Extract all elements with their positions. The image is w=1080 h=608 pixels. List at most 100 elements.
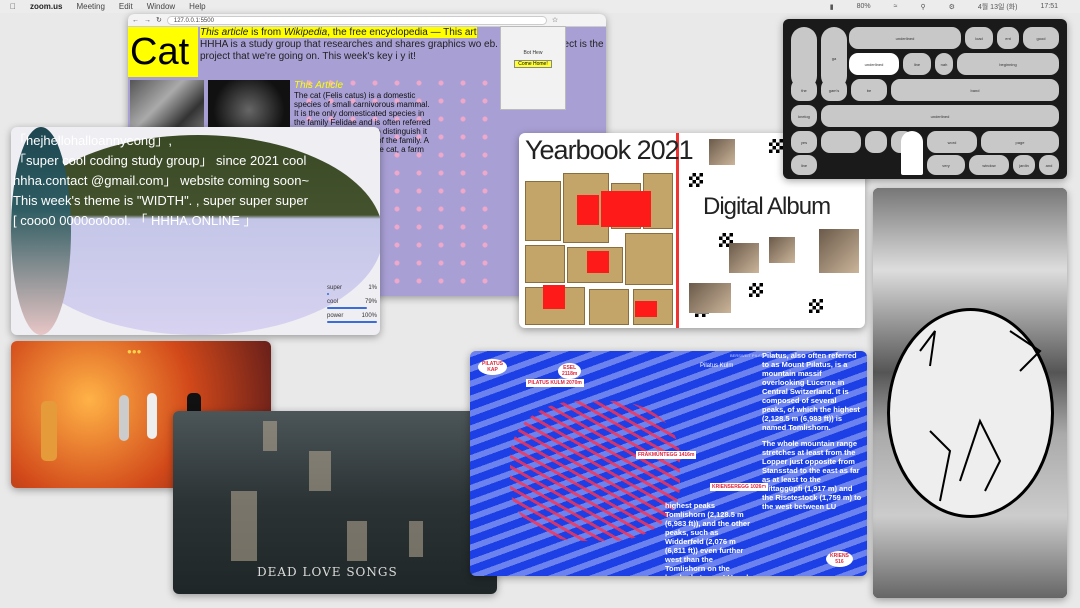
key-label: word [947, 139, 957, 145]
menu-item-help[interactable]: Help [189, 2, 205, 11]
key[interactable]: gam's [821, 79, 847, 101]
key-label: beginning [999, 61, 1017, 67]
key-label: yes [800, 139, 808, 145]
map-badge[interactable]: KRIENS 516 [826, 551, 853, 567]
slider-value: 100% [361, 313, 377, 319]
dancer-window[interactable] [873, 188, 1067, 598]
key[interactable]: jardin [1013, 155, 1035, 175]
key-label: underlined [864, 61, 884, 67]
menu-item-window[interactable]: Window [147, 2, 175, 11]
key[interactable]: underlined [821, 105, 1059, 127]
trail-overlay [510, 401, 680, 541]
key[interactable]: line [903, 53, 931, 75]
slider-label: power [327, 313, 344, 319]
search-icon[interactable]: ⚲ [920, 3, 925, 11]
menu-item-meeting[interactable]: Meeting [76, 2, 104, 11]
checker-tile [769, 139, 783, 153]
badge-sub: 2118m [562, 371, 578, 377]
key[interactable]: window [969, 155, 1009, 175]
hello-line: 「hejhellohalloannyeong」, [13, 133, 173, 148]
key-label: ga [831, 55, 837, 61]
lead-wiki[interactable]: Wikipedia [284, 27, 327, 38]
battery-icon[interactable]: ▮ [830, 3, 834, 11]
power-slider[interactable] [327, 321, 377, 323]
shard [263, 421, 277, 451]
dead-love-songs-window[interactable]: DEAD LOVE SONGS [173, 411, 497, 594]
menu-app-name[interactable]: zoom.us [30, 2, 62, 11]
character [147, 393, 157, 439]
label-name: PILATUS KULM [528, 380, 565, 386]
song-title: DEAD LOVE SONGS [257, 565, 398, 579]
map-description: The whole mountain range stretches at le… [762, 439, 862, 511]
menu-item-edit[interactable]: Edit [119, 2, 133, 11]
slider-label: super [327, 285, 343, 291]
key-label: the [801, 87, 807, 93]
key[interactable]: band [891, 79, 1059, 101]
key[interactable] [821, 131, 861, 153]
pilatus-map-window[interactable]: PILATUS KAP ESEL 2118m PILATUS KULM 2070m … [470, 351, 867, 576]
keyboard-window[interactable]: ga underlined load ent good underlined l… [783, 19, 1067, 179]
key-label: page [1015, 139, 1025, 145]
key[interactable]: line [791, 155, 817, 175]
forward-icon[interactable]: → [144, 17, 151, 24]
key-label: be [866, 87, 872, 93]
key[interactable]: underlined [849, 53, 899, 75]
key-label: line [913, 61, 921, 67]
key[interactable]: page [981, 131, 1059, 153]
key[interactable]: word [927, 131, 977, 153]
hello-window[interactable]: 「hejhellohalloannyeong」, 「super cool cod… [11, 127, 380, 335]
peak-label: Pilatus Kulm [700, 363, 734, 369]
key[interactable]: be [851, 79, 887, 101]
key[interactable]: yes [791, 131, 817, 153]
cat-popup[interactable]: Bot Hew Come Home! [500, 26, 566, 110]
key[interactable]: knelog [791, 105, 817, 127]
come-home-button[interactable]: Come Home! [514, 60, 552, 68]
cool-slider[interactable] [327, 307, 367, 309]
menu-time[interactable]: 17:51 [1040, 3, 1058, 10]
key-label: window [982, 162, 996, 168]
key[interactable] [865, 131, 887, 153]
map-label[interactable]: KRIENSEREGG 1026m [710, 483, 768, 491]
apple-icon[interactable]:  [10, 2, 16, 11]
key-label: knelog [798, 113, 810, 119]
key[interactable]: underlined [849, 27, 961, 49]
key[interactable]: good [1023, 27, 1059, 49]
control-center-icon[interactable]: ⚙ [949, 3, 955, 11]
menu-bar:  zoom.us Meeting Edit Window Help ▮ 80%… [0, 0, 1080, 13]
key[interactable] [901, 131, 923, 175]
key[interactable]: the [791, 79, 817, 101]
menu-date[interactable]: 4월 13일 (화) [978, 2, 1018, 12]
checker-tile [809, 299, 823, 313]
map-label[interactable]: FRÄKMÜNTEGG 1416m [636, 451, 697, 459]
red-block [587, 251, 609, 273]
hello-line: 「super cool coding study group」 since 20… [13, 153, 307, 168]
key[interactable]: load [965, 27, 993, 49]
shard [347, 521, 367, 561]
shard [309, 451, 331, 491]
shard [409, 521, 423, 557]
label-sub: 1416m [678, 452, 695, 458]
hello-line: hhha.contact @gmail.com」 website coming … [13, 173, 310, 188]
key[interactable]: and [1039, 155, 1059, 175]
album-photo [729, 243, 759, 273]
album-subtitle: Digital Album [703, 193, 831, 220]
battery-percent: 80% [856, 3, 871, 10]
key[interactable]: very [927, 155, 965, 175]
super-slider[interactable] [327, 293, 329, 295]
red-block [577, 195, 599, 225]
map-badge[interactable]: PILATUS KAP [478, 359, 508, 375]
key-label: nah [940, 61, 948, 67]
key[interactable]: beginning [957, 53, 1059, 75]
map-description: highest peaks Tomlishorn (2,128.5 m (6,9… [665, 501, 751, 576]
reload-icon[interactable]: ↻ [156, 16, 162, 24]
map-label[interactable]: PILATUS KULM 2070m [526, 379, 584, 387]
address-bar[interactable]: 127.0.0.1:5500 [166, 15, 547, 25]
character [119, 395, 129, 441]
back-icon[interactable]: ← [132, 17, 139, 24]
key[interactable]: ent [997, 27, 1019, 49]
album-photo [709, 139, 735, 165]
key-label: very [942, 162, 950, 168]
key[interactable]: nah [935, 53, 953, 75]
wifi-icon[interactable]: ≈ [894, 3, 898, 10]
star-icon[interactable]: ☆ [552, 16, 558, 24]
